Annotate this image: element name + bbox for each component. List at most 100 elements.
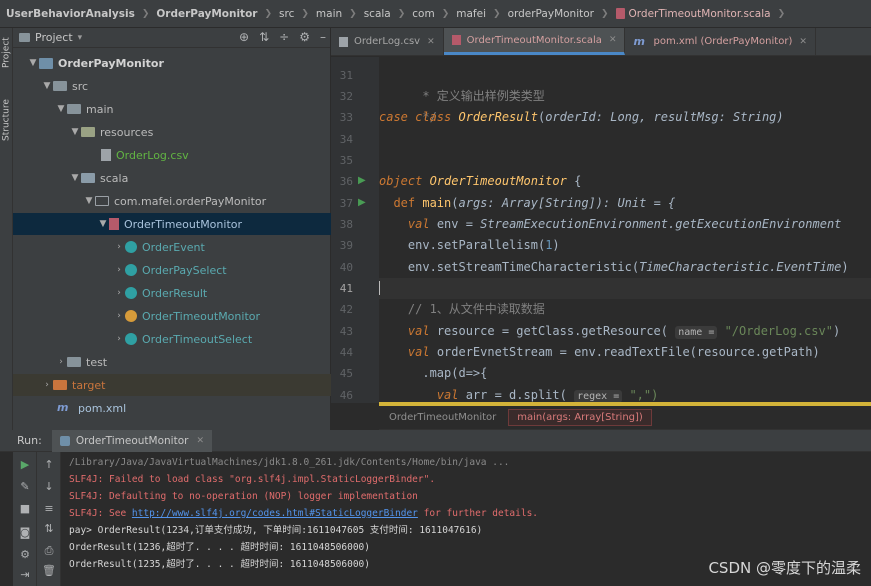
- code-line: case class OrderResult(orderId: Long, re…: [379, 107, 871, 128]
- chevron-right-icon[interactable]: ›: [55, 357, 67, 367]
- chevron-right-icon[interactable]: ›: [113, 288, 125, 298]
- sort-icon[interactable]: ⇅: [37, 522, 61, 535]
- chevron-down-icon[interactable]: ▼: [55, 104, 67, 114]
- tab-pom-xml[interactable]: m pom.xml (OrderPayMonitor) ✕: [625, 28, 816, 55]
- tab-run-ordertimeoutmonitor[interactable]: OrderTimeoutMonitor ✕: [51, 429, 213, 452]
- tree-item-main[interactable]: ▼ main: [13, 98, 331, 120]
- chevron-down-icon[interactable]: ▾: [78, 33, 83, 43]
- project-view-selector[interactable]: Project: [35, 31, 73, 44]
- run-gutter-icon[interactable]: ▶: [358, 175, 366, 186]
- console-link[interactable]: http://www.slf4j.org/codes.html#StaticLo…: [132, 508, 418, 519]
- trash-icon[interactable]: 🗑: [37, 564, 61, 577]
- tree-item-label: test: [86, 355, 108, 369]
- expand-all-icon[interactable]: ÷: [279, 30, 289, 44]
- run-panel-label: Run:: [17, 434, 42, 447]
- code-keyword: object: [379, 174, 430, 188]
- stop-icon[interactable]: ■: [13, 502, 37, 515]
- breadcrumb-item[interactable]: src: [279, 8, 294, 20]
- chevron-down-icon[interactable]: ▼: [69, 173, 81, 183]
- chevron-down-icon[interactable]: ▼: [69, 127, 81, 137]
- collapse-all-icon[interactable]: ⇅: [259, 30, 269, 44]
- run-gutter-icon[interactable]: ▶: [358, 197, 366, 208]
- tree-item-orderpayselect[interactable]: › OrderPaySelect: [13, 259, 331, 281]
- tree-item-ordertimeoutmonitor-file[interactable]: ▼ OrderTimeoutMonitor: [13, 213, 331, 235]
- hide-panel-icon[interactable]: –: [320, 30, 326, 44]
- settings-icon[interactable]: ⚙: [13, 548, 37, 561]
- project-tool-tab[interactable]: Project: [0, 30, 13, 76]
- code-text: {: [566, 174, 582, 188]
- csv-file-icon: [101, 149, 111, 161]
- tree-item-orderpaymonitor[interactable]: ▼ OrderPayMonitor: [13, 52, 331, 74]
- navigation-breadcrumb: UserBehaviorAnalysis ❯ OrderPayMonitor ❯…: [0, 0, 871, 28]
- tree-item-package[interactable]: ▼ com.mafei.orderPayMonitor: [13, 190, 331, 212]
- code-line: val orderEvnetStream = env.readTextFile(…: [379, 342, 871, 363]
- breadcrumb-item[interactable]: UserBehaviorAnalysis: [6, 8, 135, 20]
- rerun-icon[interactable]: ▶: [13, 458, 37, 471]
- project-tool-label: Project: [1, 37, 12, 69]
- print-icon[interactable]: ⎙: [37, 544, 61, 558]
- tree-item-pom[interactable]: m pom.xml: [13, 397, 331, 419]
- chevron-right-icon[interactable]: ›: [113, 334, 125, 344]
- folder-icon: [67, 104, 81, 114]
- csv-file-icon: [339, 36, 348, 47]
- line-number: 46: [339, 389, 353, 402]
- wrench-icon[interactable]: ✎: [13, 480, 37, 493]
- breadcrumb-separator-icon: ❯: [397, 8, 406, 19]
- chevron-down-icon[interactable]: ▼: [41, 81, 53, 91]
- code-line: val resource = getClass.getResource( nam…: [379, 321, 871, 342]
- tree-item-ordertimeoutmonitor-object[interactable]: › OrderTimeoutMonitor: [13, 305, 331, 327]
- tree-item-label: OrderPaySelect: [142, 263, 227, 277]
- tree-item-orderevent[interactable]: › OrderEvent: [13, 236, 331, 258]
- editor-breadcrumb-item-current[interactable]: main(args: Array[String]): [508, 409, 652, 426]
- close-icon[interactable]: ✕: [427, 37, 435, 47]
- breadcrumb-item[interactable]: main: [316, 8, 342, 20]
- tree-item-label: com.mafei.orderPayMonitor: [114, 194, 267, 208]
- breadcrumb-item[interactable]: mafei: [456, 8, 486, 20]
- locate-file-icon[interactable]: ⊕: [239, 30, 249, 44]
- breadcrumb-item[interactable]: orderPayMonitor: [508, 8, 594, 20]
- tree-item-resources[interactable]: ▼ resources: [13, 121, 331, 143]
- breadcrumb-item[interactable]: com: [412, 8, 434, 20]
- run-panel-header: Run: OrderTimeoutMonitor ✕: [0, 429, 871, 452]
- breadcrumb-item-current-file[interactable]: OrderTimeoutMonitor.scala: [629, 8, 771, 20]
- code-string: ","): [622, 388, 659, 402]
- tree-item-target[interactable]: › target: [13, 374, 331, 396]
- tab-ordertimeoutmonitor[interactable]: OrderTimeoutMonitor.scala ✕: [443, 28, 626, 55]
- tree-item-label: OrderResult: [142, 286, 208, 300]
- breadcrumb-item[interactable]: OrderPayMonitor: [156, 8, 257, 20]
- gear-icon[interactable]: ⚙: [299, 30, 310, 44]
- chevron-right-icon[interactable]: ›: [113, 242, 125, 252]
- chevron-down-icon[interactable]: ▼: [83, 196, 95, 206]
- console-line: SLF4J: See http://www.slf4j.org/codes.ht…: [69, 505, 538, 523]
- tab-orderlog-csv[interactable]: OrderLog.csv ✕: [331, 28, 444, 55]
- chevron-right-icon[interactable]: ›: [113, 265, 125, 275]
- structure-tool-tab[interactable]: Structure: [0, 92, 13, 148]
- tree-item-test[interactable]: › test: [13, 351, 331, 373]
- code-editor[interactable]: * 定义输出样例类类型 */ case class OrderResult(or…: [379, 57, 871, 403]
- close-icon[interactable]: ✕: [196, 436, 204, 446]
- chevron-down-icon[interactable]: ▼: [97, 219, 109, 229]
- soft-wrap-icon[interactable]: ≡: [37, 502, 61, 515]
- scala-class-icon: [125, 264, 137, 276]
- left-tool-strip: Project Structure: [0, 28, 13, 430]
- run-toolbar-primary: ▶ ✎ ■ ◙ ⚙ ⇥: [13, 452, 37, 586]
- close-icon[interactable]: ✕: [609, 35, 617, 45]
- tree-item-orderlog-csv[interactable]: OrderLog.csv: [13, 144, 331, 166]
- tree-item-scala[interactable]: ▼ scala: [13, 167, 331, 189]
- tree-item-src[interactable]: ▼ src: [13, 75, 331, 97]
- tree-item-orderresult[interactable]: › OrderResult: [13, 282, 331, 304]
- project-view-icon: [19, 33, 30, 42]
- arrow-up-icon[interactable]: ↑: [37, 458, 61, 471]
- chevron-down-icon[interactable]: ▼: [27, 58, 39, 68]
- camera-icon[interactable]: ◙: [13, 526, 37, 539]
- chevron-right-icon[interactable]: ›: [113, 311, 125, 321]
- editor-breadcrumb-item[interactable]: OrderTimeoutMonitor: [379, 412, 506, 423]
- exit-icon[interactable]: ⇥: [13, 568, 37, 581]
- code-keyword: val: [407, 217, 437, 231]
- breadcrumb-item[interactable]: scala: [364, 8, 391, 20]
- tree-item-ordertimeoutselect[interactable]: › OrderTimeoutSelect: [13, 328, 331, 350]
- chevron-right-icon[interactable]: ›: [41, 380, 53, 390]
- tab-label: OrderLog.csv: [354, 36, 421, 47]
- close-icon[interactable]: ✕: [799, 37, 807, 47]
- arrow-down-icon[interactable]: ↓: [37, 480, 61, 493]
